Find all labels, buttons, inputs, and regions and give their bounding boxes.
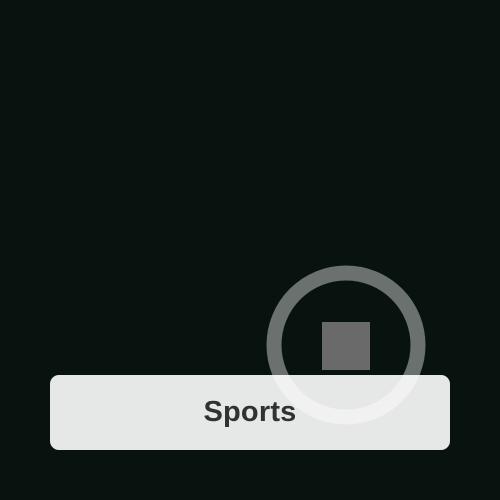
stop-icon [266,265,426,425]
stop-button[interactable] [264,265,428,429]
stop-square [322,322,370,370]
app-screen: Sports [0,0,500,500]
